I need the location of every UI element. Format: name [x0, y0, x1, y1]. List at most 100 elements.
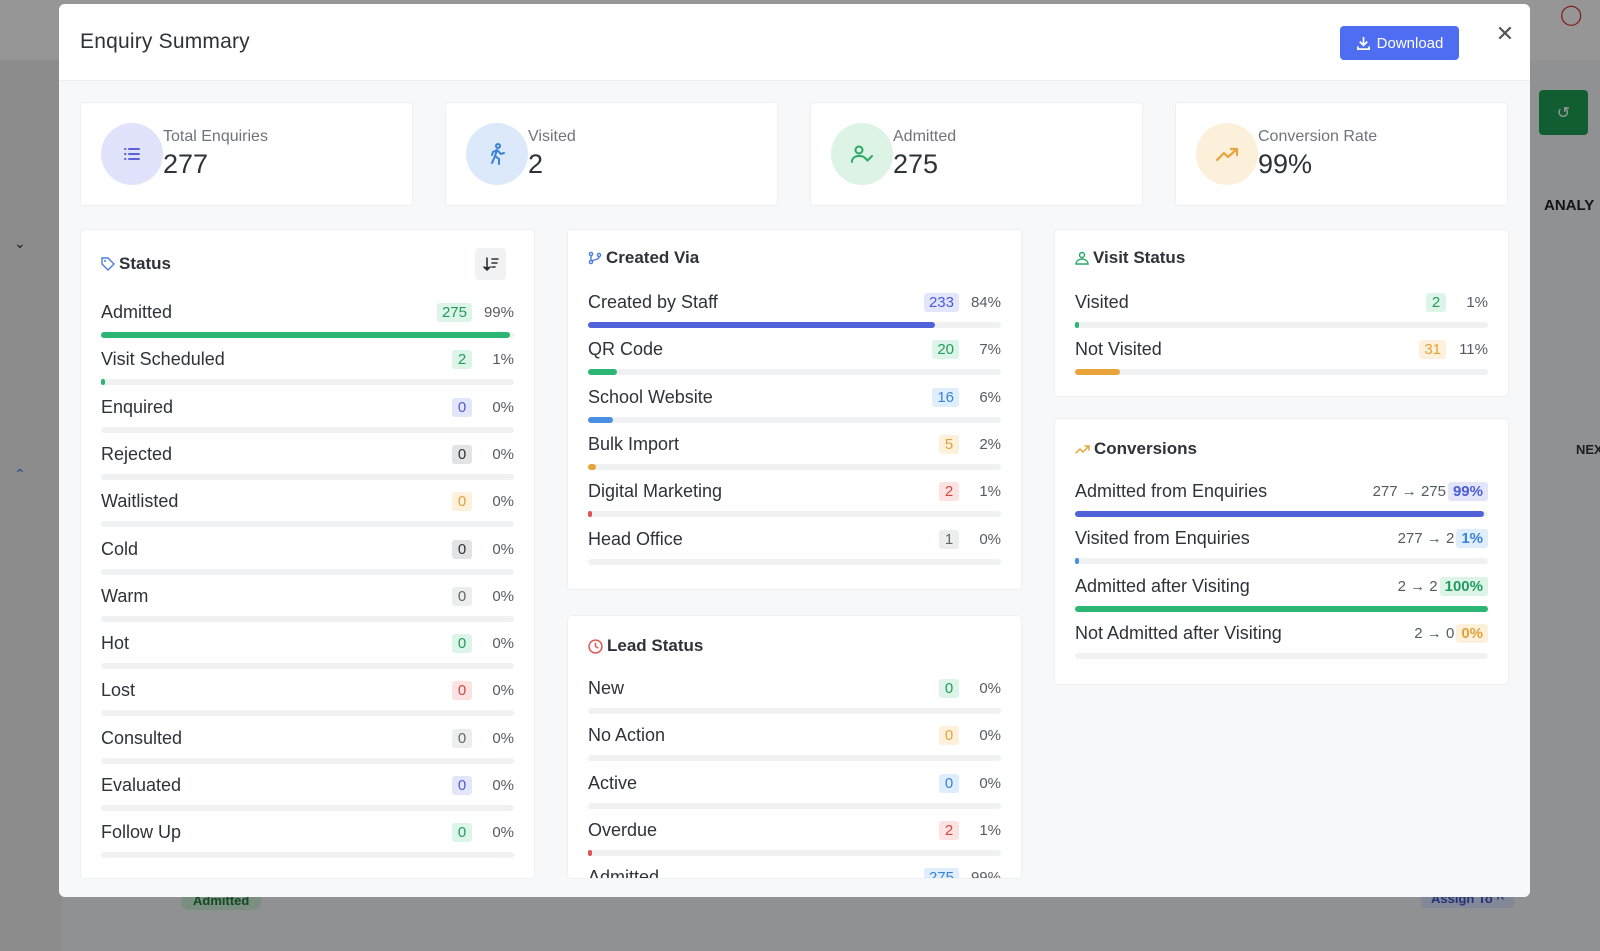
- percent-value: 1%: [1466, 294, 1488, 311]
- summary-row[interactable]: Admitted 275 99%: [101, 302, 514, 350]
- progress-fill: [1075, 558, 1080, 565]
- row-values: 2 1%: [939, 482, 1001, 502]
- percent-value: 2%: [979, 435, 1001, 453]
- summary-row[interactable]: Digital Marketing 2 1%: [588, 481, 1001, 529]
- summary-row[interactable]: Head Office 1 0%: [588, 529, 1001, 577]
- row-values: 2 → 0 0%: [1414, 623, 1488, 643]
- row-label: Lost: [101, 680, 136, 701]
- row-label: Evaluated: [101, 775, 182, 795]
- row-values: 0 0%: [452, 586, 514, 606]
- progress-track: [1075, 322, 1488, 328]
- progress-track: [588, 322, 1001, 328]
- percent-value: 0%: [492, 729, 514, 747]
- summary-row[interactable]: Cold 0 0%: [101, 539, 514, 587]
- summary-row[interactable]: Active 0 0%: [588, 773, 1001, 821]
- percent-badge: 1%: [1456, 529, 1488, 549]
- count-badge: 16: [932, 387, 959, 407]
- progress-fill: [1075, 369, 1121, 376]
- summary-row[interactable]: Not Admitted after Visiting 2 → 0 0%: [1075, 623, 1488, 671]
- row-label: Hot: [101, 633, 130, 654]
- clock-icon: [588, 638, 603, 654]
- count-badge: 0: [452, 492, 472, 512]
- stat-text: Visited 2: [528, 128, 576, 180]
- percent-value: 99%: [483, 304, 514, 321]
- summary-row[interactable]: Follow Up 0 0%: [101, 822, 514, 870]
- progress-track: [588, 511, 1001, 518]
- walking-person-icon: [466, 123, 528, 185]
- row-label: Enquired: [101, 396, 174, 417]
- summary-row[interactable]: Overdue 2 1%: [588, 820, 1001, 868]
- percent-value: 0%: [492, 824, 514, 842]
- row-values: 275 99%: [436, 303, 514, 322]
- row-label: Admitted from Enquiries: [1075, 481, 1268, 501]
- summary-row[interactable]: Consulted 0 0%: [101, 728, 514, 776]
- count-badge: 233: [923, 293, 959, 312]
- enquiry-summary-modal: Enquiry Summary Download ✕ Total Enquiri…: [59, 4, 1530, 897]
- progress-track: [101, 615, 514, 622]
- created-via-card: Created Via Created by Staff 233 84% QR Cod…: [567, 229, 1022, 590]
- summary-row[interactable]: School Website 16 6%: [588, 387, 1001, 435]
- user-check-icon: [831, 123, 893, 185]
- summary-row[interactable]: Created by Staff 233 84%: [588, 292, 1001, 340]
- stat-label: Total Enquiries: [163, 128, 268, 145]
- count-badge: 275: [436, 303, 472, 322]
- lead-status-card-header: Lead Status: [588, 636, 703, 656]
- row-values: 16 6%: [932, 387, 1001, 407]
- row-label: QR Code: [588, 339, 664, 360]
- summary-row[interactable]: Visited from Enquiries 277 → 2 1%: [1075, 528, 1488, 576]
- summary-row[interactable]: Admitted 275 99%: [588, 867, 1001, 878]
- summary-row[interactable]: Visit Scheduled 2 1%: [101, 349, 514, 397]
- progress-track: [588, 416, 1001, 423]
- percent-value: 7%: [979, 341, 1001, 359]
- row-values: 0 0%: [939, 726, 1001, 746]
- percent-value: 0%: [492, 445, 514, 463]
- summary-row[interactable]: Rejected 0 0%: [101, 444, 514, 492]
- stat-value: 275: [893, 149, 939, 179]
- summary-row[interactable]: Evaluated 0 0%: [101, 775, 514, 823]
- summary-row[interactable]: QR Code 20 7%: [588, 339, 1001, 387]
- walking-person-icon: [1075, 251, 1089, 265]
- progress-track: [101, 757, 514, 764]
- summary-row[interactable]: Lost 0 0%: [101, 680, 514, 728]
- progress-fill: [588, 322, 935, 328]
- summary-row[interactable]: Admitted after Visiting 2 → 2 100%: [1075, 576, 1488, 624]
- progress-track: [588, 369, 1001, 376]
- summary-row[interactable]: Visited 2 1%: [1075, 292, 1488, 340]
- row-values: 0 0%: [452, 823, 514, 843]
- percent-value: 0%: [979, 680, 1001, 697]
- row-values: 233 84%: [923, 293, 1001, 312]
- summary-row[interactable]: New 0 0%: [588, 678, 1001, 726]
- row-label: Warm: [101, 585, 149, 606]
- progress-fill: [1075, 322, 1080, 328]
- summary-row[interactable]: Waitlisted 0 0%: [101, 491, 514, 539]
- summary-row[interactable]: Bulk Import 5 2%: [588, 434, 1001, 482]
- summary-row[interactable]: Hot 0 0%: [101, 633, 514, 681]
- modal-title: Enquiry Summary: [80, 30, 250, 53]
- trending-up-icon: [1196, 123, 1258, 185]
- status-card-header: Status: [101, 254, 171, 274]
- stat-card-total-enquiries: Total Enquiries 277: [80, 102, 413, 206]
- download-button[interactable]: Download: [1340, 26, 1459, 60]
- summary-row[interactable]: No Action 0 0%: [588, 725, 1001, 773]
- row-values: 277 → 2 1%: [1398, 529, 1488, 549]
- sort-icon[interactable]: [475, 248, 506, 280]
- visit-status-card-header: Visit Status: [1075, 248, 1185, 268]
- summary-row[interactable]: Admitted from Enquiries 277 → 275 99%: [1075, 481, 1488, 529]
- percent-value: 84%: [970, 294, 1001, 311]
- row-label: Not Admitted after Visiting: [1075, 622, 1282, 643]
- progress-fill: [588, 463, 597, 470]
- percent-badge: 100%: [1439, 576, 1488, 596]
- close-icon[interactable]: ✕: [1493, 21, 1517, 46]
- lead-status-card-title: Lead Status: [607, 636, 704, 655]
- count-badge: 31: [1419, 340, 1446, 360]
- count-badge: 2: [939, 482, 959, 502]
- row-values: 277 → 275 99%: [1373, 482, 1488, 501]
- created-via-card-header: Created Via: [588, 248, 699, 268]
- summary-row[interactable]: Not Visited 31 11%: [1075, 339, 1488, 387]
- tag-icon: [101, 257, 115, 271]
- summary-row[interactable]: Warm 0 0%: [101, 586, 514, 634]
- summary-row[interactable]: Enquired 0 0%: [101, 397, 514, 445]
- conversions-card: Conversions Admitted from Enquiries 277 →…: [1054, 418, 1509, 685]
- download-icon: [1356, 36, 1370, 50]
- row-values: 0 0%: [939, 679, 1001, 698]
